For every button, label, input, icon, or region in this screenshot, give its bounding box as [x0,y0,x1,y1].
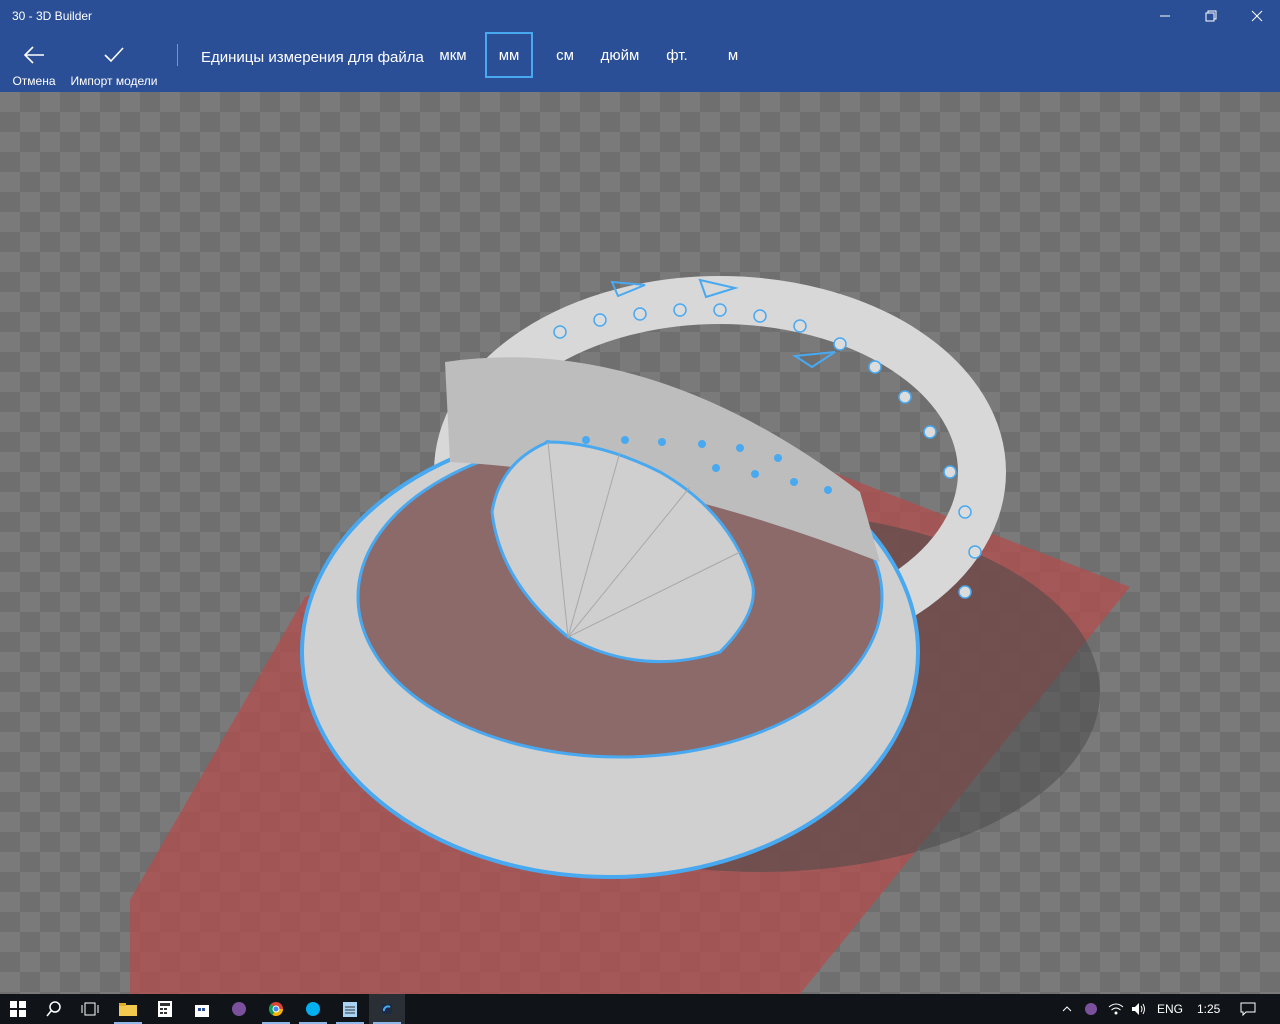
taskbar-calculator[interactable] [147,994,183,1024]
units-label: Единицы измерения для файла [201,49,424,66]
3d-viewport[interactable]: MM [0,92,1280,994]
import-model-label: Импорт модели [70,74,158,88]
notification-icon [1240,1002,1256,1016]
task-view-icon [81,1002,99,1016]
taskbar-skype[interactable] [295,994,331,1024]
wifi-icon [1108,1003,1124,1015]
window-title: 30 - 3D Builder [12,9,93,23]
unit-option-mm[interactable]: мм [485,32,533,78]
task-view-button[interactable] [72,994,108,1024]
tray-viber[interactable] [1080,994,1102,1024]
taskbar-file-explorer[interactable] [110,994,146,1024]
taskbar: ENG 1:25 [0,994,1280,1024]
toolbar-separator [177,44,178,66]
unit-option-um[interactable]: мкм [430,32,476,78]
restore-icon [1205,10,1217,22]
folder-icon [119,1003,137,1016]
taskbar-notepad[interactable] [332,994,368,1024]
title-bar: 30 - 3D Builder [0,0,1280,32]
skype-icon [306,1002,320,1016]
restore-button[interactable] [1188,0,1234,32]
calculator-icon [158,1001,172,1017]
cancel-label: Отмена [12,74,56,88]
unit-option-inch[interactable]: дюйм [596,32,644,78]
viber-tray-icon [1085,1003,1097,1015]
import-model-button[interactable]: Импорт модели [66,40,162,88]
taskbar-3d-builder[interactable] [369,994,405,1024]
import-toolbar: Отмена Импорт модели Единицы измерения д… [0,32,1280,92]
tray-volume[interactable] [1128,994,1150,1024]
cancel-button[interactable]: Отмена [8,40,60,88]
start-button[interactable] [0,994,36,1024]
close-button[interactable] [1234,0,1280,32]
clock[interactable]: 1:25 [1197,1002,1220,1016]
viber-icon [232,1002,246,1016]
input-language[interactable]: ENG [1157,1002,1183,1016]
tray-overflow-button[interactable] [1056,994,1078,1024]
tray-network[interactable] [1105,994,1127,1024]
store-icon [195,1005,209,1017]
chevron-up-icon [1062,1006,1072,1012]
windows-logo-icon [10,1001,26,1017]
action-center-button[interactable] [1234,994,1262,1024]
taskbar-viber[interactable] [221,994,257,1024]
close-icon [1251,10,1263,22]
unit-option-ft[interactable]: фт. [658,32,696,78]
minimize-button[interactable] [1142,0,1188,32]
minimize-icon [1160,15,1170,17]
search-icon [46,1001,61,1017]
chrome-icon [268,1002,283,1016]
unit-option-cm[interactable]: см [545,32,585,78]
checkmark-icon [104,47,124,63]
scene: MM [130,276,1130,994]
unit-option-m[interactable]: м [716,32,750,78]
notepad-icon [343,1002,357,1017]
3d-builder-icon [382,1004,392,1014]
taskbar-store[interactable] [184,994,220,1024]
taskbar-chrome[interactable] [258,994,294,1024]
speaker-icon [1132,1003,1145,1015]
search-button[interactable] [36,994,72,1024]
back-arrow-icon [23,46,44,64]
